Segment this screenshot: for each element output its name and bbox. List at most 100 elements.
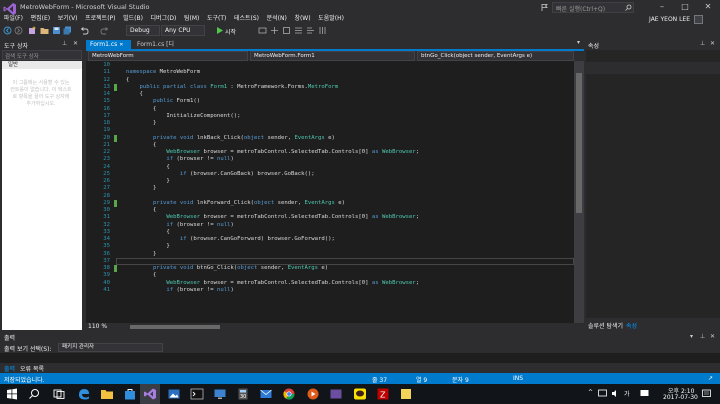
filezilla-icon[interactable]: Z xyxy=(376,387,390,401)
ime-mode-icon[interactable]: 가 xyxy=(624,389,630,398)
code-editor[interactable]: 10 11 namespace MetroWebForm 12 {13 public p… xyxy=(86,61,574,323)
member-dropdown[interactable]: btnGo_Click(object sender, EventArgs e) xyxy=(417,51,574,61)
edge-browser-icon[interactable] xyxy=(77,387,91,401)
close-icon[interactable]: ✕ xyxy=(119,42,123,48)
vertical-scrollbar-thumb[interactable] xyxy=(576,73,582,213)
terminal-icon[interactable] xyxy=(190,387,204,401)
user-name[interactable]: JAE YEON LEE xyxy=(649,16,690,23)
code-line[interactable]: 28 xyxy=(86,193,574,200)
menu-edit[interactable]: 편집(E) xyxy=(27,14,54,24)
code-line[interactable]: 18 } xyxy=(86,120,574,127)
file-explorer-icon[interactable] xyxy=(100,387,114,401)
toolbox-search-input[interactable]: 검색 도구 상자 xyxy=(2,50,82,60)
code-line[interactable]: 24 { xyxy=(86,164,574,171)
zoom-level[interactable]: 110 % xyxy=(88,323,107,330)
save-icon[interactable] xyxy=(52,26,61,35)
toolbox-group-general[interactable]: 일반 xyxy=(2,61,82,69)
action-center-icon[interactable] xyxy=(702,389,711,398)
code-line[interactable]: 32 if (browser != null) xyxy=(86,222,574,229)
code-line[interactable]: 12 { xyxy=(86,77,574,84)
output-source-dropdown[interactable]: 패키지 관리자 xyxy=(58,343,163,352)
menu-view[interactable]: 보기(V) xyxy=(54,14,81,24)
menu-debug[interactable]: 디버그(D) xyxy=(147,14,180,24)
code-line[interactable]: 30 { xyxy=(86,207,574,214)
code-line[interactable]: 19 xyxy=(86,127,574,134)
code-line[interactable]: 37 xyxy=(86,257,574,265)
chat-icon[interactable] xyxy=(640,389,649,398)
media-player-icon[interactable] xyxy=(306,387,320,401)
menu-build[interactable]: 빌드(B) xyxy=(119,14,146,24)
class-dropdown[interactable]: MetroWebForm.Form1 xyxy=(250,51,415,61)
tab-properties[interactable]: 속성 xyxy=(626,321,637,330)
code-line[interactable]: 31 WebBrowser browser = metroTabControl.… xyxy=(86,214,574,221)
project-dropdown[interactable]: MetroWebForm xyxy=(88,51,248,61)
toolbar-action-icon[interactable] xyxy=(294,26,303,35)
menu-project[interactable]: 프로젝트(P) xyxy=(81,14,119,24)
code-line[interactable]: 40 WebBrowser browser = metroTabControl.… xyxy=(86,280,574,287)
toolbar-action-icon[interactable] xyxy=(306,26,315,35)
pin-icon[interactable]: ⊥ xyxy=(62,40,67,47)
code-line[interactable]: 17 InitializeComponent(); xyxy=(86,113,574,120)
tab-form1-cs[interactable]: Form1.cs ✕ xyxy=(86,40,131,49)
close-icon[interactable]: ✕ xyxy=(710,333,715,340)
open-folder-icon[interactable] xyxy=(40,26,49,35)
menu-team[interactable]: 팀(M) xyxy=(180,14,203,24)
remote-desktop-icon[interactable] xyxy=(213,387,227,401)
save-all-icon[interactable] xyxy=(63,26,72,35)
search-icon[interactable] xyxy=(27,387,41,401)
horizontal-scrollbar-thumb[interactable] xyxy=(130,325,220,329)
code-line[interactable]: 25 if (browser.CanGoBack) browser.GoBack… xyxy=(86,171,574,178)
quick-launch-input[interactable]: 빠른 실행(Ctrl+Q) xyxy=(552,2,634,13)
code-line[interactable]: 35 } xyxy=(86,243,574,250)
code-line[interactable]: 38 private void btnGo_Click(object sende… xyxy=(86,265,574,273)
pin-icon[interactable]: ⊥ xyxy=(700,333,705,340)
code-line[interactable]: 10 xyxy=(86,62,574,69)
code-line[interactable]: 27 } xyxy=(86,185,574,192)
start-debugging-icon[interactable] xyxy=(215,26,224,35)
chrome-icon[interactable] xyxy=(282,387,296,401)
menu-test[interactable]: 테스트(S) xyxy=(230,14,263,24)
code-line[interactable]: 26 } xyxy=(86,178,574,185)
notification-icon[interactable]: ↗ xyxy=(708,375,713,382)
code-line[interactable]: 20 private void lnkBack_Click(object sen… xyxy=(86,134,574,142)
code-line[interactable]: 29 private void lnkForward_Click(object … xyxy=(86,199,574,207)
tab-error-list[interactable]: 오류 목록 xyxy=(20,364,44,373)
solution-platform-dropdown[interactable]: Any CPU xyxy=(161,25,205,36)
pin-icon[interactable]: ⊥ xyxy=(700,40,705,47)
code-line[interactable]: 41 if (browser != null) xyxy=(86,287,574,294)
visual-studio-icon[interactable] xyxy=(143,387,157,401)
chevron-down-icon[interactable]: ▾ xyxy=(690,333,693,340)
windows-start-icon[interactable] xyxy=(5,387,19,401)
code-line[interactable]: 23 if (browser != null) xyxy=(86,156,574,163)
code-line[interactable]: 15 public Form1() xyxy=(86,98,574,105)
code-line[interactable]: 13 public partial class Form1 : MetroFra… xyxy=(86,83,574,91)
code-line[interactable]: 16 { xyxy=(86,106,574,113)
redo-icon[interactable] xyxy=(100,26,109,35)
output-text-area[interactable] xyxy=(0,353,720,363)
code-line[interactable]: 36 } xyxy=(86,251,574,258)
back-icon[interactable] xyxy=(3,26,12,35)
store-icon[interactable] xyxy=(123,387,137,401)
start-button-label[interactable]: 시작 xyxy=(225,27,236,36)
chevron-up-icon[interactable]: ^ xyxy=(588,389,593,396)
network-icon[interactable] xyxy=(598,389,607,398)
toolbar-action-icon[interactable] xyxy=(258,26,267,35)
forward-icon[interactable] xyxy=(14,26,23,35)
code-line[interactable]: 33 { xyxy=(86,229,574,236)
new-project-icon[interactable] xyxy=(28,26,37,35)
menu-window[interactable]: 창(W) xyxy=(291,14,315,24)
notification-flag-icon[interactable] xyxy=(541,4,548,11)
task-view-icon[interactable] xyxy=(52,387,66,401)
close-icon[interactable]: ✕ xyxy=(73,40,78,47)
menu-help[interactable]: 도움말(H) xyxy=(314,14,347,24)
solution-configuration-dropdown[interactable]: Debug xyxy=(126,25,160,36)
toolbar-action-icon[interactable] xyxy=(270,26,279,35)
code-line[interactable]: 11 namespace MetroWebForm xyxy=(86,69,574,76)
menu-tools[interactable]: 도구(T) xyxy=(203,14,230,24)
mail-icon[interactable] xyxy=(259,387,273,401)
toolbar-action-icon[interactable] xyxy=(282,26,291,35)
kakaotalk-icon[interactable] xyxy=(353,387,367,401)
menu-analyze[interactable]: 분석(N) xyxy=(263,14,291,24)
tab-solution-explorer[interactable]: 솔루션 탐색기 xyxy=(588,321,623,330)
close-icon[interactable]: ✕ xyxy=(710,40,715,47)
